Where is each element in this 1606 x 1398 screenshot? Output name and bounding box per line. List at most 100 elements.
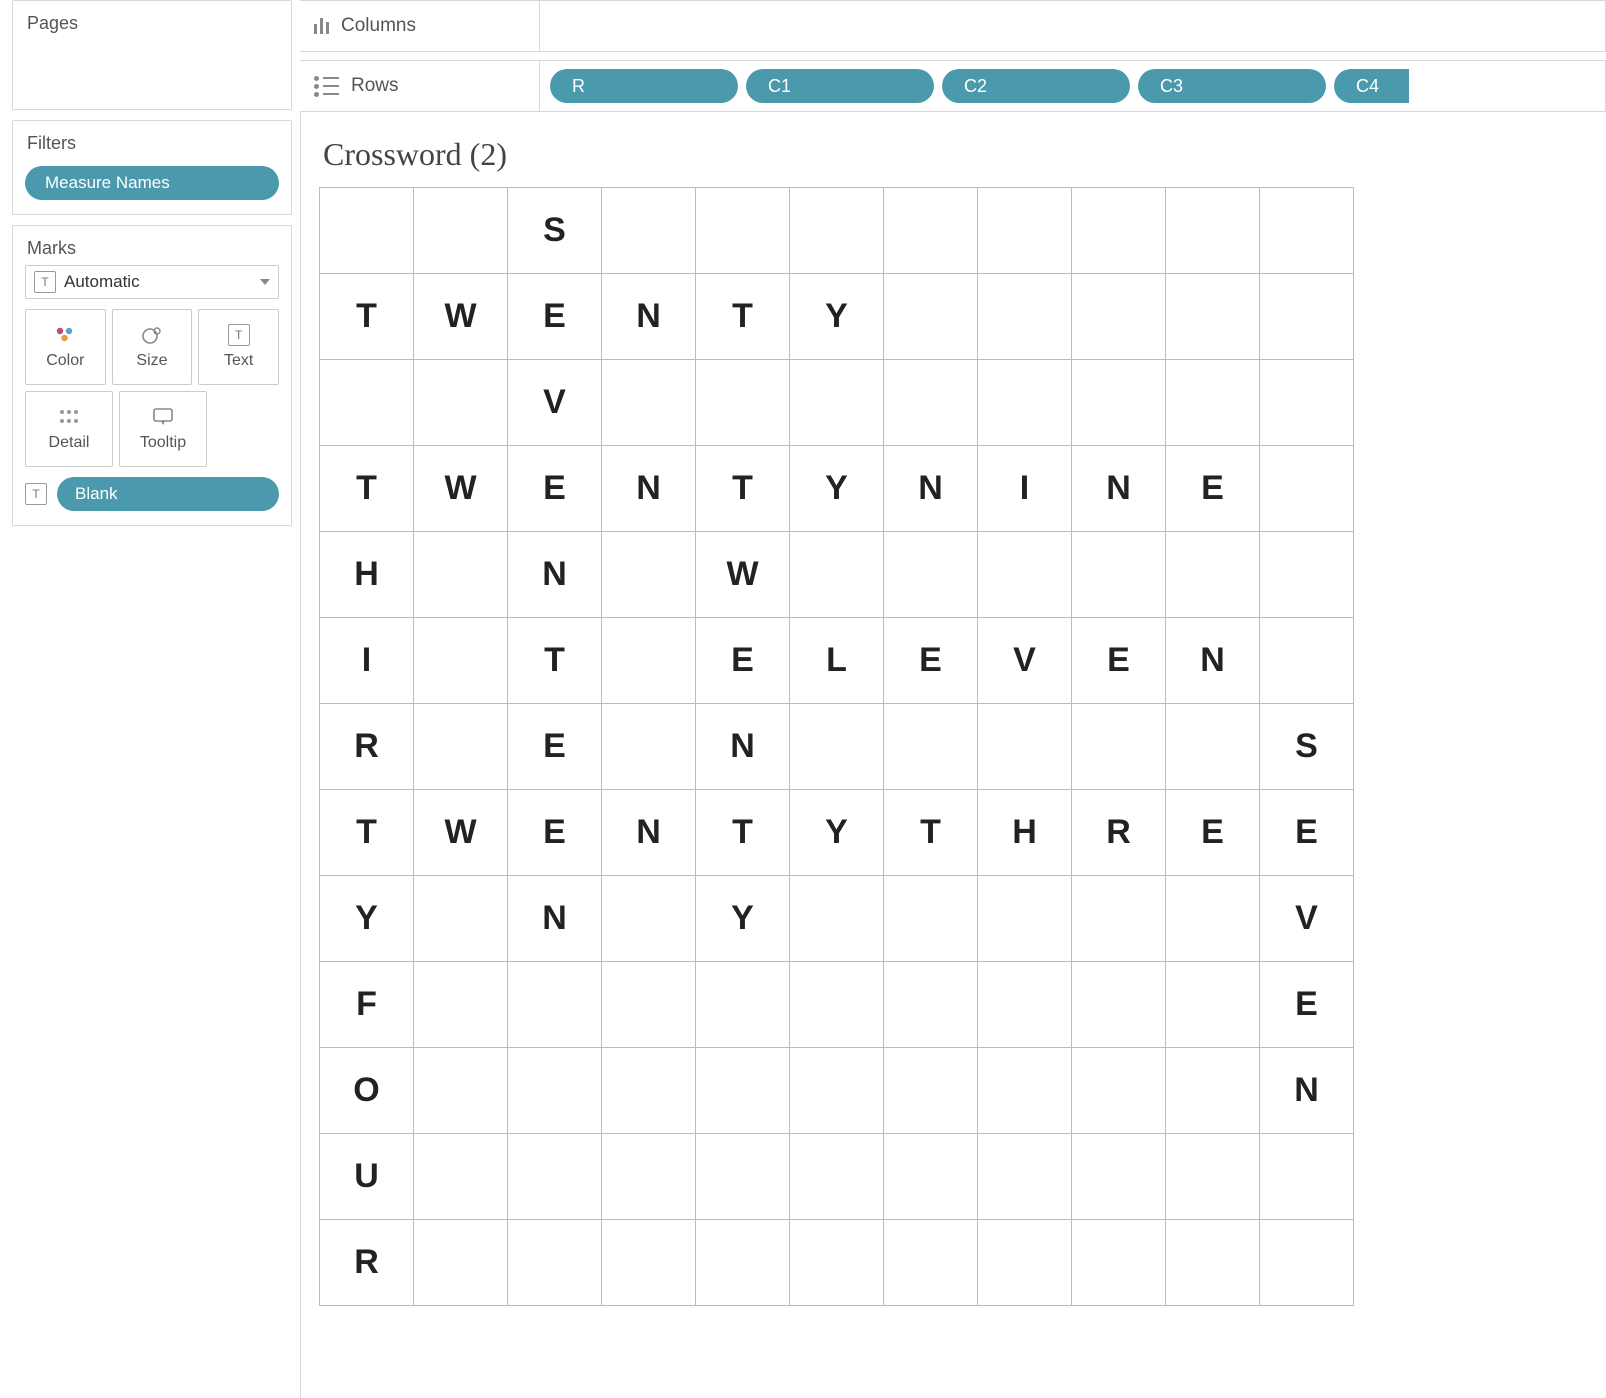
crossword-cell: V (978, 618, 1072, 704)
marks-text-button[interactable]: T Text (198, 309, 279, 385)
crossword-cell (414, 188, 508, 274)
rows-shelf[interactable]: Rows RC1C2 C3 C4 (300, 60, 1606, 112)
crossword-cell: Y (790, 790, 884, 876)
crossword-cell (884, 876, 978, 962)
crossword-cell: W (696, 532, 790, 618)
crossword-cell: E (1166, 790, 1260, 876)
rows-pill-r[interactable]: R (550, 69, 738, 103)
crossword-cell (696, 962, 790, 1048)
crossword-cell (696, 1220, 790, 1306)
crossword-cell (1166, 962, 1260, 1048)
crossword-cell: V (508, 360, 602, 446)
crossword-cell (1166, 360, 1260, 446)
crossword-cell: N (884, 446, 978, 532)
crossword-cell (602, 876, 696, 962)
crossword-cell: E (1072, 618, 1166, 704)
crossword-cell (978, 876, 1072, 962)
columns-icon (314, 18, 329, 34)
crossword-cell (602, 188, 696, 274)
crossword-cell (1072, 274, 1166, 360)
crossword-cell: N (602, 446, 696, 532)
crossword-cell: T (320, 274, 414, 360)
marks-color-button[interactable]: Color (25, 309, 106, 385)
rows-pill-c3[interactable]: C3 (1138, 69, 1326, 103)
crossword-cell (1166, 876, 1260, 962)
marks-size-button[interactable]: Size (112, 309, 193, 385)
crossword-cell (602, 1134, 696, 1220)
crossword-cell: N (508, 876, 602, 962)
crossword-cell: E (508, 790, 602, 876)
crossword-cell: T (320, 790, 414, 876)
crossword-cell (884, 360, 978, 446)
viz-title[interactable]: Crossword (2) (323, 136, 1606, 173)
marks-detail-button[interactable]: Detail (25, 391, 113, 467)
pages-shelf[interactable]: Pages (12, 0, 292, 110)
crossword-cell (414, 704, 508, 790)
crossword-cell (884, 188, 978, 274)
viz-area: Crossword (2) STWENTYVTWENTYNINEHNWITELE… (300, 112, 1606, 1398)
crossword-cell (1166, 1134, 1260, 1220)
rows-pill-label: C3 (1160, 76, 1183, 97)
crossword-cell (978, 704, 1072, 790)
pages-title: Pages (27, 13, 279, 34)
marks-size-label: Size (136, 352, 167, 370)
filters-title: Filters (27, 133, 279, 154)
crossword-cell (414, 962, 508, 1048)
crossword-cell (790, 704, 884, 790)
crossword-cell (790, 188, 884, 274)
crossword-cell (884, 1220, 978, 1306)
crossword-cell (414, 1048, 508, 1134)
crossword-cell (320, 188, 414, 274)
filter-pill-measure-names[interactable]: Measure Names (25, 166, 279, 200)
crossword-cell (790, 360, 884, 446)
crossword-cell: Y (320, 876, 414, 962)
filters-shelf[interactable]: Filters Measure Names (12, 120, 292, 215)
crossword-cell (602, 360, 696, 446)
crossword-cell: S (1260, 704, 1354, 790)
crossword-cell (602, 1048, 696, 1134)
crossword-cell: I (320, 618, 414, 704)
crossword-cell (1260, 1134, 1354, 1220)
crossword-cell (1072, 532, 1166, 618)
crossword-cell (414, 360, 508, 446)
crossword-cell (414, 532, 508, 618)
crossword-cell: E (696, 618, 790, 704)
rows-pills[interactable]: RC1C2 C3 C4 (540, 69, 1605, 103)
crossword-cell: N (1166, 618, 1260, 704)
mark-pill-blank-label: Blank (75, 484, 118, 504)
crossword-cell: R (320, 1220, 414, 1306)
crossword-cell: T (696, 790, 790, 876)
crossword-cell (1072, 188, 1166, 274)
tooltip-icon (152, 406, 174, 428)
crossword-cell: N (508, 532, 602, 618)
rows-pill-c2[interactable]: C2 (942, 69, 1130, 103)
crossword-cell: E (508, 274, 602, 360)
columns-shelf[interactable]: Columns (300, 0, 1606, 52)
crossword-cell: Y (790, 446, 884, 532)
rows-pill-c1[interactable]: C1 (746, 69, 934, 103)
crossword-cell (508, 962, 602, 1048)
crossword-cell (790, 532, 884, 618)
marks-card: Marks T Automatic Color (12, 225, 292, 526)
crossword-cell: R (1072, 790, 1166, 876)
crossword-cell: R (320, 704, 414, 790)
crossword-cell (696, 188, 790, 274)
size-icon (140, 324, 164, 346)
mark-pill-blank[interactable]: Blank (57, 477, 279, 511)
crossword-cell: E (1260, 790, 1354, 876)
crossword-cell (1166, 704, 1260, 790)
crossword-cell (1072, 1134, 1166, 1220)
marks-title: Marks (27, 238, 279, 259)
crossword-cell (978, 188, 1072, 274)
crossword-cell (1166, 188, 1260, 274)
mark-type-dropdown[interactable]: T Automatic (25, 265, 279, 299)
crossword-cell (414, 1220, 508, 1306)
crossword-cell: W (414, 274, 508, 360)
filter-pill-label: Measure Names (45, 173, 170, 193)
crossword-cell (1260, 532, 1354, 618)
crossword-cell: N (602, 274, 696, 360)
marks-tooltip-button[interactable]: Tooltip (119, 391, 207, 467)
rows-label: Rows (351, 75, 399, 97)
rows-pill-c4[interactable]: C4 (1334, 69, 1409, 103)
crossword-cell (696, 1048, 790, 1134)
